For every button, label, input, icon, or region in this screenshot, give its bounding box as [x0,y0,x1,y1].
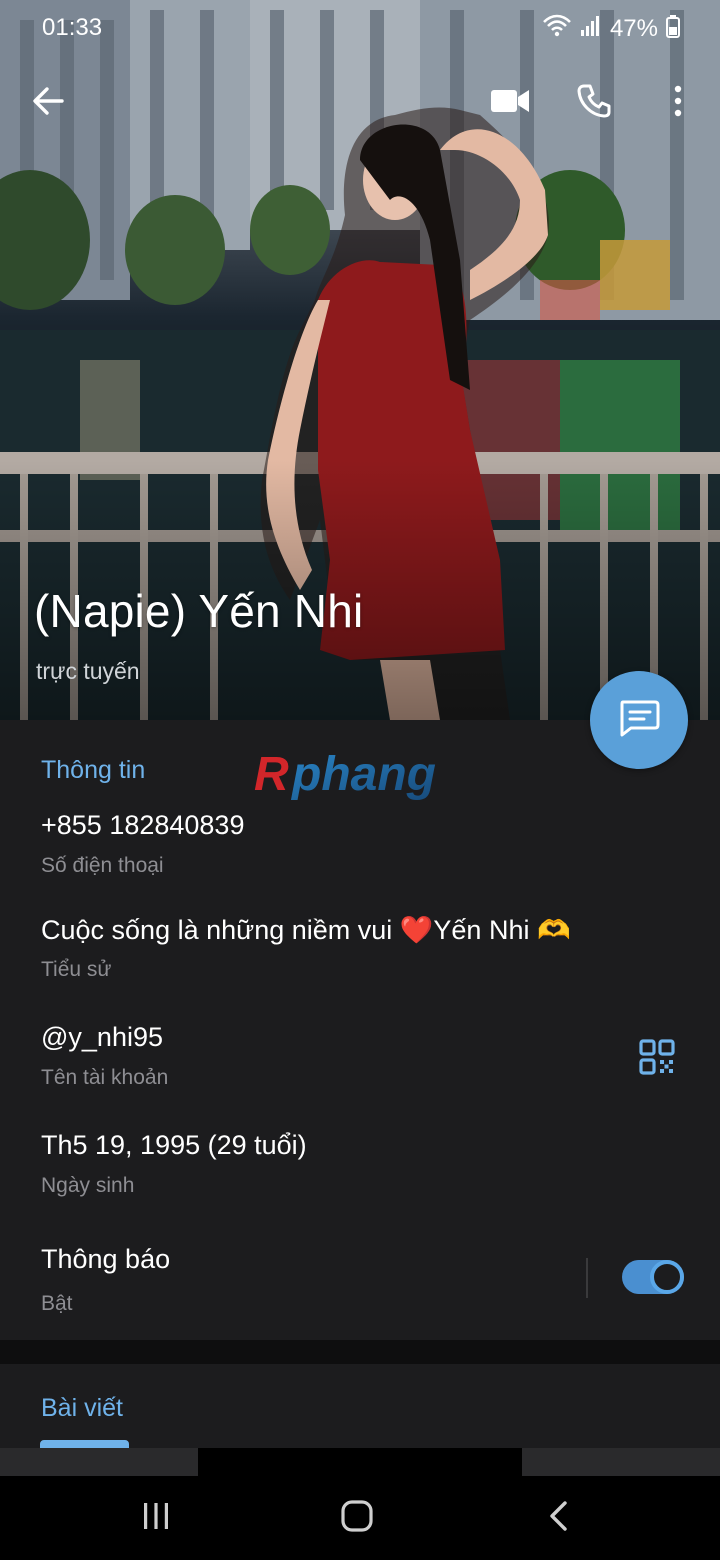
phone-number[interactable]: +855 182840839 [41,810,244,841]
watermark-text-rest: phang [290,748,436,801]
qr-code-icon [634,1039,680,1084]
watermark-logo: R phang [252,748,472,811]
arrow-left-icon [31,86,65,121]
phone-label: Số điện thoại [41,854,164,877]
chat-bubble-icon [617,698,661,743]
signal-icon [580,14,602,43]
home-button[interactable] [327,1494,387,1542]
more-vertical-icon [673,85,683,122]
status-icons: 47% [542,14,680,43]
username[interactable]: @y_nhi95 [41,1022,163,1053]
notifications-toggle[interactable] [622,1260,684,1294]
username-label: Tên tài khoản [41,1066,169,1089]
home-icon [340,1499,374,1538]
status-time: 01:33 [42,14,103,41]
birthday: Th5 19, 1995 (29 tuổi) [41,1130,307,1160]
battery-icon [666,14,680,43]
online-status: trực tuyến [36,658,140,684]
notifications-state: Bật [41,1292,73,1315]
section-gap [0,1340,720,1364]
video-call-button[interactable] [482,75,538,131]
recent-apps-button[interactable] [126,1494,186,1542]
wifi-icon [542,14,572,43]
content-strip-right [522,1448,720,1476]
info-section-title: Thông tin [41,756,146,784]
birthday-label: Ngày sinh [41,1174,135,1197]
phone-icon [577,84,611,123]
toggle-divider [586,1258,588,1298]
notifications-title[interactable]: Thông báo [41,1244,170,1275]
send-message-button[interactable] [590,671,688,769]
more-options-button[interactable] [650,75,706,131]
back-button[interactable] [20,75,76,131]
toggle-knob [650,1260,684,1294]
watermark-text-r: R [254,748,289,801]
system-navigation-bar [0,1476,720,1560]
video-camera-icon [490,88,530,119]
bio-text[interactable]: Cuộc sống là những niềm vui ❤️Yến Nhi 🫶 [41,914,571,946]
profile-name: (Napie) Yến Nhi [34,585,364,637]
battery-percent: 47% [609,14,658,42]
chevron-left-icon [547,1500,569,1537]
qr-code-button[interactable] [634,1034,680,1080]
tab-posts[interactable]: Bài viết [41,1394,123,1423]
back-nav-button[interactable] [528,1494,588,1542]
voice-call-button[interactable] [566,75,622,131]
status-bar: 01:33 47% [0,0,720,56]
content-strip-left [0,1448,198,1476]
tab-indicator [40,1440,129,1448]
recent-apps-icon [141,1501,171,1536]
bio-label: Tiểu sử [41,958,112,981]
